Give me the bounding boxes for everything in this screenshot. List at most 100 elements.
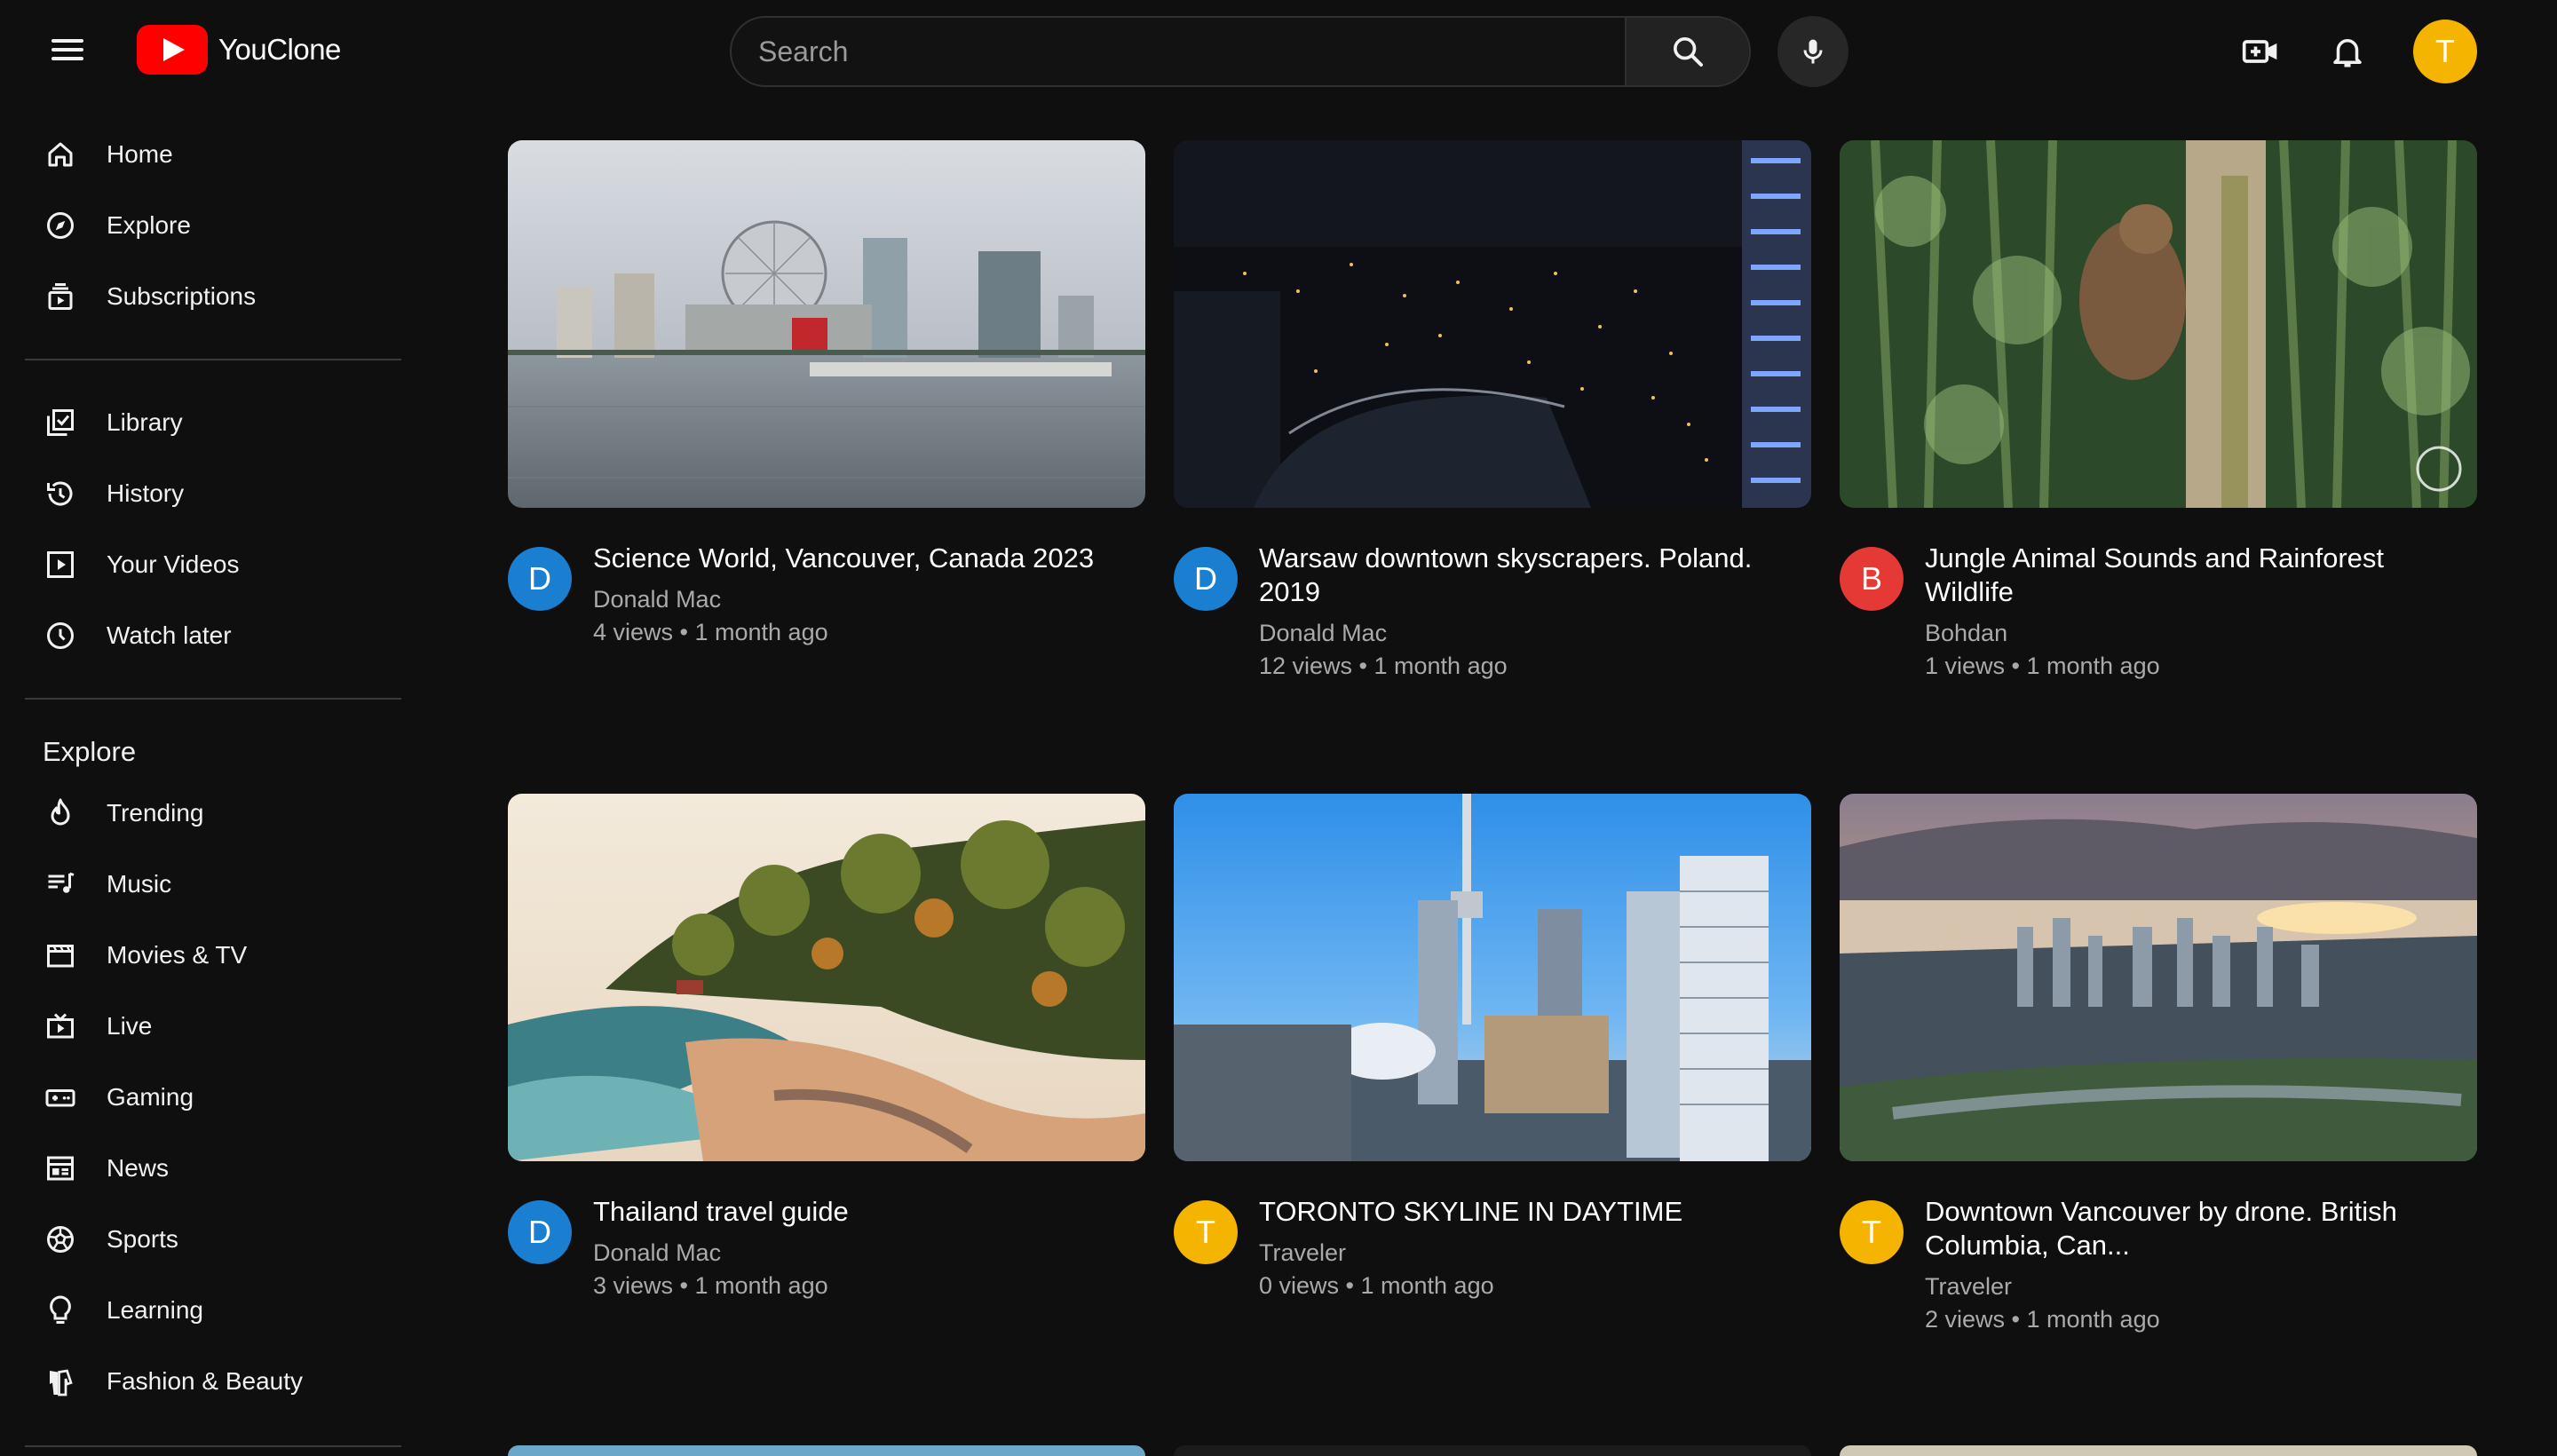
video-card[interactable]: B Jungle Animal Sounds and Rainforest Wi… [1840,140,2477,680]
video-title[interactable]: Thailand travel guide [593,1195,849,1229]
flame-icon [43,795,78,831]
sidebar-item-history[interactable]: History [0,458,394,529]
video-title[interactable]: Science World, Vancouver, Canada 2023 [593,542,1094,575]
explore-heading: Explore [43,736,137,767]
video-stats: 1 views • 1 month ago [1925,653,2160,679]
sidebar-item-label: Library [107,408,183,436]
video-title[interactable]: Jungle Animal Sounds and Rainforest Wild… [1925,542,2458,609]
sidebar-item-library[interactable]: Library [0,387,394,458]
video-card[interactable]: D Thailand travel guide Donald Mac 3 vie… [508,794,1145,1300]
menu-icon[interactable] [44,34,91,69]
home-icon [43,137,78,172]
sidebar-item-label: Live [107,1012,153,1040]
video-thumbnail-partial[interactable] [508,1445,1145,1456]
app-name: YouClone [218,33,341,66]
sidebar-divider [25,1445,401,1447]
microphone-icon [1803,39,1823,64]
sidebar-item-news[interactable]: News [0,1133,394,1204]
channel-avatar[interactable]: B [1840,547,1904,611]
sidebar-divider [25,359,401,360]
video-thumbnail[interactable] [1174,794,1811,1161]
video-stats: 12 views • 1 month ago [1259,653,1508,679]
soccer-ball-icon [43,1222,78,1257]
video-stats: 3 views • 1 month ago [593,1272,828,1299]
top-bar: YouClone T [0,0,2557,99]
sidebar-item-watch-later[interactable]: Watch later [0,600,394,671]
video-thumbnail[interactable] [508,794,1145,1161]
sidebar-item-label: Trending [107,799,204,827]
video-stats: 2 views • 1 month ago [1925,1306,2160,1333]
sidebar-item-home[interactable]: Home [0,119,394,190]
sidebar-item-explore[interactable]: Explore [0,190,394,261]
create-video-button[interactable] [2239,30,2282,73]
channel-name[interactable]: Traveler [1925,1273,2458,1301]
video-title[interactable]: Downtown Vancouver by drone. British Col… [1925,1195,2458,1262]
sidebar-item-label: Learning [107,1296,203,1324]
video-title[interactable]: TORONTO SKYLINE IN DAYTIME [1259,1195,1682,1229]
sidebar-item-live[interactable]: Live [0,991,394,1062]
search-input[interactable] [732,18,1625,85]
channel-avatar[interactable]: T [1840,1200,1904,1264]
sidebar-divider [25,698,401,700]
video-thumbnail-partial[interactable] [1174,1445,1811,1456]
search-button[interactable] [1625,18,1749,85]
video-card[interactable]: T TORONTO SKYLINE IN DAYTIME Traveler 0 … [1174,794,1811,1300]
sidebar-item-label: Music [107,870,172,898]
video-card[interactable]: D Warsaw downtown skyscrapers. Poland. 2… [1174,140,1811,680]
video-card[interactable]: T Downtown Vancouver by drone. British C… [1840,794,2477,1333]
sidebar-item-movies-tv[interactable]: Movies & TV [0,920,394,991]
newspaper-icon [43,1151,78,1186]
compass-icon [43,208,78,243]
video-thumbnail[interactable] [1174,140,1811,508]
sidebar-item-subscriptions[interactable]: Subscriptions [0,261,394,332]
channel-avatar[interactable]: T [1174,1200,1238,1264]
voice-search-button[interactable] [1777,16,1848,87]
video-add-icon [2242,40,2277,63]
search-icon [1674,37,1703,67]
subscriptions-icon [43,279,78,314]
sidebar-item-fashion-beauty[interactable]: Fashion & Beauty [0,1346,394,1417]
video-thumbnail[interactable] [1840,140,2477,508]
video-thumbnail[interactable] [508,140,1145,508]
play-logo-icon [137,25,208,75]
sidebar-item-sports[interactable]: Sports [0,1204,394,1275]
sidebar-item-label: Home [107,140,173,168]
channel-name[interactable]: Traveler [1259,1239,1682,1267]
sidebar-item-label: Explore [107,211,191,239]
logo[interactable]: YouClone [137,23,341,76]
sidebar-item-trending[interactable]: Trending [0,778,394,849]
channel-avatar[interactable]: D [508,1200,572,1264]
hanger-icon [43,1364,78,1399]
clapperboard-icon [43,938,78,973]
sidebar-item-label: History [107,479,185,507]
channel-name[interactable]: Bohdan [1925,620,2458,647]
channel-name[interactable]: Donald Mac [593,1239,849,1267]
channel-avatar[interactable]: D [1174,547,1238,611]
sidebar-item-label: Subscriptions [107,282,257,310]
lightbulb-icon [43,1293,78,1328]
channel-name[interactable]: Donald Mac [593,586,1094,613]
sidebar-item-label: News [107,1154,170,1182]
sidebar-item-your-videos[interactable]: Your Videos [0,529,394,600]
sidebar: Home Explore Subscriptions Library Histo… [0,99,408,1456]
sidebar-item-label: Fashion & Beauty [107,1367,304,1395]
your-videos-icon [43,547,78,582]
video-thumbnail[interactable] [1840,794,2477,1161]
sidebar-item-label: Gaming [107,1083,194,1111]
notifications-button[interactable] [2326,30,2369,73]
sidebar-item-music[interactable]: Music [0,849,394,920]
channel-name[interactable]: Donald Mac [1259,620,1792,647]
user-avatar[interactable]: T [2413,20,2477,83]
history-icon [43,476,78,511]
sidebar-item-learning[interactable]: Learning [0,1275,394,1346]
clock-icon [43,618,78,653]
sidebar-item-label: Sports [107,1225,178,1253]
video-thumbnail-partial[interactable] [1840,1445,2477,1456]
sidebar-item-gaming[interactable]: Gaming [0,1062,394,1133]
channel-avatar[interactable]: D [508,547,572,611]
video-stats: 4 views • 1 month ago [593,619,828,645]
library-icon [43,405,78,440]
video-stats: 0 views • 1 month ago [1259,1272,1494,1299]
video-card[interactable]: D Science World, Vancouver, Canada 2023 … [508,140,1145,646]
video-title[interactable]: Warsaw downtown skyscrapers. Poland. 201… [1259,542,1792,609]
